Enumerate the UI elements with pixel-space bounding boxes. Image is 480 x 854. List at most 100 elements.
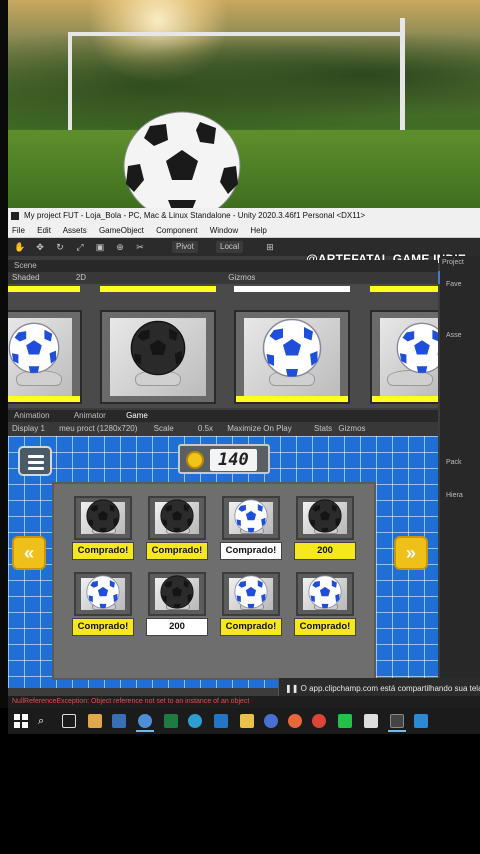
app-icon[interactable] bbox=[88, 714, 102, 728]
game-tab-bar: Animation Animator Game bbox=[8, 410, 438, 422]
scene-slot bbox=[370, 310, 438, 404]
item-status-button[interactable]: Comprado! bbox=[220, 542, 282, 560]
packages-folder[interactable]: Pack bbox=[440, 339, 480, 466]
shop-item-slot[interactable]: Comprado! bbox=[70, 496, 136, 566]
blue-ball-icon bbox=[234, 499, 268, 538]
item-status-button[interactable]: Comprado! bbox=[146, 542, 208, 560]
whatsapp-icon[interactable] bbox=[338, 714, 352, 728]
tab-scene[interactable]: Scene bbox=[14, 261, 37, 270]
tab-game[interactable]: Game bbox=[126, 411, 148, 420]
menu-bar: File Edit Assets GameObject Component Wi… bbox=[8, 224, 480, 238]
item-status-button[interactable]: 200 bbox=[146, 618, 208, 636]
menu-gameobject[interactable]: GameObject bbox=[99, 226, 144, 235]
menu-list-button[interactable] bbox=[18, 446, 52, 476]
grid-snap-icon[interactable]: ⊞ bbox=[264, 241, 276, 253]
menu-assets[interactable]: Assets bbox=[63, 226, 87, 235]
previous-page-button[interactable]: « bbox=[12, 536, 46, 570]
screen: My project FUT - Loja_Bola - PC, Mac & L… bbox=[0, 0, 480, 854]
scale-label: Scale bbox=[153, 424, 174, 433]
item-status-button[interactable]: Comprado! bbox=[294, 618, 356, 636]
shop-item-slot[interactable]: 200 bbox=[292, 496, 358, 566]
firefox-icon[interactable] bbox=[288, 714, 302, 728]
grass bbox=[8, 130, 480, 210]
item-status-button[interactable]: Comprado! bbox=[72, 618, 134, 636]
file-explorer-icon[interactable] bbox=[240, 714, 254, 728]
menu-component[interactable]: Component bbox=[156, 226, 197, 235]
rotate-tool-icon[interactable]: ↻ bbox=[54, 241, 66, 253]
share-notice-text: O app.clipchamp.com está compartilhando … bbox=[300, 684, 480, 693]
shading-dropdown[interactable]: Shaded bbox=[12, 273, 40, 282]
task-view-icon[interactable] bbox=[62, 714, 76, 728]
item-status-button[interactable]: Comprado! bbox=[220, 618, 282, 636]
browser-icon[interactable] bbox=[138, 714, 152, 728]
menu-window[interactable]: Window bbox=[210, 226, 238, 235]
goal-post-left bbox=[68, 32, 72, 132]
move-tool-icon[interactable]: ✥ bbox=[34, 241, 46, 253]
blue-ball-icon bbox=[396, 322, 438, 374]
item-status-button[interactable]: Comprado! bbox=[72, 542, 134, 560]
tab-animator[interactable]: Animator bbox=[74, 411, 106, 420]
game-view[interactable]: 140 « » Comprado! Comprado! Comprado! 200 Co… bbox=[8, 436, 438, 688]
menu-help[interactable]: Help bbox=[250, 226, 266, 235]
app-icon[interactable] bbox=[112, 714, 126, 728]
shop-item-slot[interactable]: Comprado! bbox=[292, 572, 358, 642]
scene-gizmos-dropdown[interactable]: Gizmos bbox=[228, 273, 255, 282]
window-title: My project FUT - Loja_Bola - PC, Mac & L… bbox=[24, 211, 366, 220]
app-icon[interactable] bbox=[214, 714, 228, 728]
menu-file[interactable]: File bbox=[12, 226, 25, 235]
custom-tool-icon[interactable]: ✂ bbox=[134, 241, 146, 253]
local-toggle[interactable]: Local bbox=[216, 241, 244, 253]
project-tab[interactable]: Project bbox=[440, 256, 480, 269]
scale-tool-icon[interactable]: ⤢ bbox=[74, 241, 86, 253]
pause-share-icon[interactable]: ❚❚ bbox=[285, 684, 301, 693]
black-ball-icon bbox=[160, 575, 194, 614]
app-icon[interactable] bbox=[264, 714, 278, 728]
scene-yellow-bar bbox=[100, 286, 216, 292]
item-status-button[interactable]: 200 bbox=[294, 542, 356, 560]
excel-icon[interactable] bbox=[164, 714, 178, 728]
tab-animation[interactable]: Animation bbox=[14, 411, 50, 420]
unity-hub-icon[interactable] bbox=[364, 714, 378, 728]
scene-slot bbox=[234, 310, 350, 404]
shop-item-slot[interactable]: 200 bbox=[144, 572, 210, 642]
windows-start-icon[interactable] bbox=[14, 714, 28, 728]
scale-value[interactable]: 0.5x bbox=[198, 424, 213, 433]
favorites-folder[interactable]: Fave bbox=[440, 269, 480, 288]
blue-ball-icon bbox=[86, 575, 120, 614]
scene-tab-bar: Scene bbox=[8, 260, 438, 272]
clipchamp-icon[interactable] bbox=[414, 714, 428, 728]
shop-item-slot[interactable]: Comprado! bbox=[218, 496, 284, 566]
game-gizmos-dropdown[interactable]: Gizmos bbox=[338, 424, 365, 433]
shop-item-slot[interactable]: Comprado! bbox=[144, 496, 210, 566]
display-dropdown[interactable]: Display 1 bbox=[12, 424, 45, 433]
transform-tool-icon[interactable]: ⊕ bbox=[114, 241, 126, 253]
black-ball-icon bbox=[308, 499, 342, 538]
app-icon[interactable] bbox=[188, 714, 202, 728]
shop-item-slot[interactable]: Comprado! bbox=[70, 572, 136, 642]
blue-ball-icon bbox=[308, 575, 342, 614]
console-status-line[interactable]: NullReferenceException: Object reference… bbox=[8, 696, 480, 708]
windows-taskbar: ⌕ bbox=[8, 708, 480, 734]
search-icon[interactable]: ⌕ bbox=[38, 714, 52, 728]
hierarchy-tab[interactable]: Hiera bbox=[440, 466, 480, 499]
shop-item-slot[interactable]: Comprado! bbox=[218, 572, 284, 642]
resolution-dropdown[interactable]: meu proct (1280x720) bbox=[59, 424, 137, 433]
assets-folder[interactable]: Asse bbox=[440, 288, 480, 339]
next-page-button[interactable]: » bbox=[394, 536, 428, 570]
pivot-toggle[interactable]: Pivot bbox=[172, 241, 198, 253]
left-edge bbox=[0, 0, 8, 708]
scene-view[interactable] bbox=[8, 284, 438, 408]
stats-toggle[interactable]: Stats bbox=[314, 424, 332, 433]
rect-tool-icon[interactable]: ▣ bbox=[94, 241, 106, 253]
shop-panel: Comprado! Comprado! Comprado! 200 Comprado! 2… bbox=[52, 482, 376, 680]
coin-amount: 140 bbox=[210, 449, 257, 471]
menu-edit[interactable]: Edit bbox=[37, 226, 51, 235]
hand-tool-icon[interactable]: ✋ bbox=[14, 241, 26, 253]
chrome-icon[interactable] bbox=[312, 714, 326, 728]
maximize-on-play-toggle[interactable]: Maximize On Play bbox=[227, 424, 291, 433]
scene-yellow-bar bbox=[370, 286, 438, 292]
scene-slot bbox=[100, 310, 216, 404]
scene-2d-toggle[interactable]: 2D bbox=[76, 273, 86, 282]
unity-editor-icon[interactable] bbox=[390, 714, 404, 728]
menu-icon bbox=[28, 455, 44, 458]
